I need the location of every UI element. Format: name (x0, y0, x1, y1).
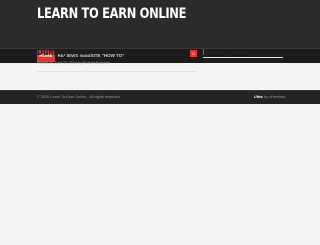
footer-theme-name[interactable]: Ultra (254, 95, 263, 99)
recent-comments-title: Recent Comments (206, 50, 251, 55)
widget-divider (203, 57, 283, 58)
post-title[interactable]: Dummy Post (37, 48, 90, 58)
comment-count-badge[interactable]: 0 (190, 50, 197, 57)
post-meta: Posted on June 10, 2014 by Richard Bolwh… (37, 61, 110, 65)
sidebar: Recent Comments (203, 48, 283, 88)
site-header: LEARN TO EARN ONLINE (0, 0, 320, 48)
footer-copyright: © 2020 Learn To Earn Online - All rights… (37, 95, 120, 99)
footer-credit: Ultra by vFreebies (254, 95, 285, 99)
post-area: Dummy Post Posted on June 10, 2014 by Ri… (37, 47, 197, 88)
post-divider (37, 71, 197, 72)
site-logo[interactable]: LEARN TO EARN ONLINE (37, 6, 186, 22)
site-footer: © 2020 Learn To Earn Online - All rights… (0, 90, 320, 104)
footer-theme-by[interactable]: by vFreebies (264, 95, 286, 99)
